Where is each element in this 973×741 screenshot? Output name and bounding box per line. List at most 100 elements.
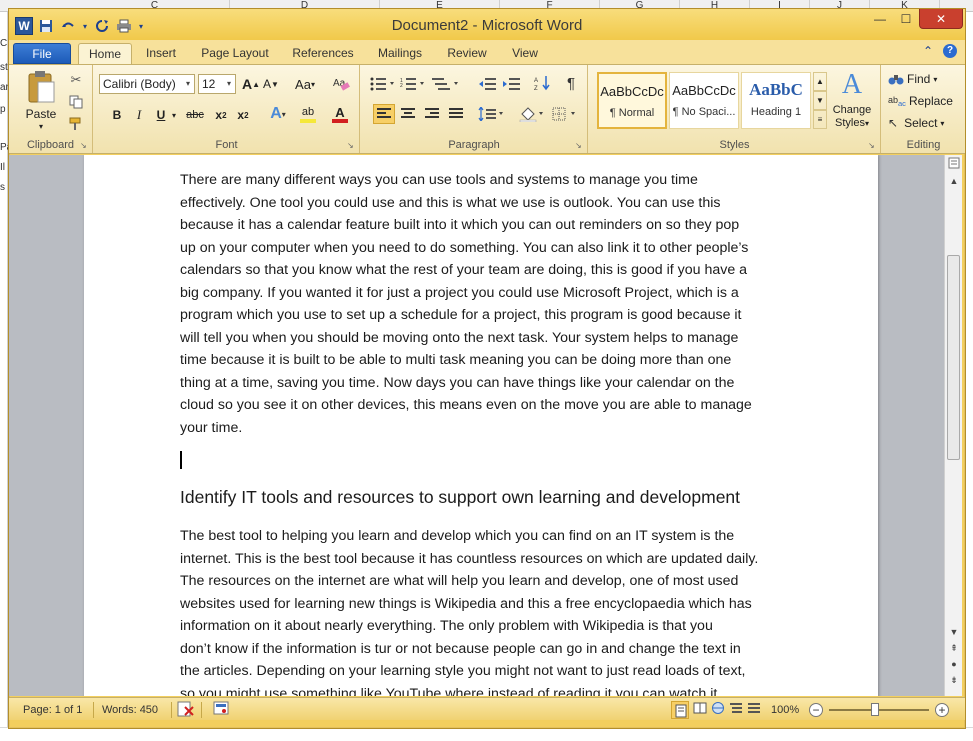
grow-font-button[interactable]: A ▲: [242, 74, 260, 94]
paste-icon[interactable]: [21, 69, 61, 105]
document-heading[interactable]: Identify IT tools and resources to suppo…: [180, 487, 740, 508]
zoom-in-button[interactable]: +: [935, 703, 949, 717]
tab-home[interactable]: Home: [78, 43, 132, 64]
shading-icon[interactable]: [517, 104, 545, 124]
word-count[interactable]: Words: 450: [102, 701, 158, 719]
text-line[interactable]: effectively. One tool you could use and …: [180, 192, 788, 215]
numbering-icon[interactable]: 12: [399, 74, 427, 94]
multilevel-list-icon[interactable]: [431, 74, 461, 94]
italic-button[interactable]: I: [130, 105, 148, 125]
minimize-ribbon-icon[interactable]: ⌃: [923, 44, 933, 58]
increase-indent-icon[interactable]: [501, 74, 523, 94]
zoom-out-button[interactable]: −: [809, 703, 823, 717]
tab-file[interactable]: File: [13, 43, 71, 64]
full-screen-reading-icon[interactable]: [693, 701, 707, 719]
strikethrough-button[interactable]: abc: [182, 105, 208, 125]
align-left-icon[interactable]: [373, 104, 395, 124]
tab-review[interactable]: Review: [441, 43, 493, 64]
chevron-down-icon[interactable]: ▾: [182, 75, 194, 93]
draft-view-icon[interactable]: [747, 701, 761, 719]
document-page[interactable]: There are many different ways you can us…: [84, 155, 878, 696]
subscript-button[interactable]: x2: [212, 105, 230, 125]
tab-references[interactable]: References: [283, 43, 363, 64]
clipboard-launcher-icon[interactable]: ↘: [80, 142, 88, 150]
clear-formatting-icon[interactable]: Aa: [330, 72, 352, 94]
next-page-icon[interactable]: ⇟: [946, 672, 962, 688]
ruler-toggle-icon[interactable]: [946, 157, 962, 173]
text-line[interactable]: thing at a time, saving you time. Now da…: [180, 372, 788, 395]
styles-scroll-up-icon[interactable]: ▲: [813, 72, 827, 91]
styles-more-icon[interactable]: ≡: [813, 110, 827, 129]
text-line[interactable]: because it has a calendar feature built …: [180, 214, 788, 237]
vertical-scroll-thumb[interactable]: [947, 255, 960, 460]
style-heading-1[interactable]: AaBbC Heading 1: [741, 72, 811, 129]
cut-icon[interactable]: ✂: [67, 71, 85, 89]
underline-dropdown-icon[interactable]: ▾: [170, 105, 178, 125]
align-right-icon[interactable]: [421, 104, 443, 124]
text-line[interactable]: your time.: [180, 417, 788, 440]
text-line[interactable]: websites used for learning new things is…: [180, 593, 788, 616]
maximize-button[interactable]: ☐: [893, 9, 919, 29]
decrease-indent-icon[interactable]: [477, 74, 499, 94]
style-no-spacing[interactable]: AaBbCcDc ¶ No Spaci...: [669, 72, 739, 129]
text-line[interactable]: will tell you when you should be moving …: [180, 327, 788, 350]
font-size-combo[interactable]: 12 ▾: [198, 74, 236, 94]
text-line[interactable]: time because it is built to be able to m…: [180, 349, 788, 372]
shrink-font-button[interactable]: A ▼: [262, 74, 280, 94]
change-case-button[interactable]: Aa ▾: [290, 74, 320, 94]
text-effects-button[interactable]: A ▾: [266, 104, 290, 124]
change-styles-label-1[interactable]: Change: [829, 103, 875, 117]
copy-icon[interactable]: [67, 93, 85, 111]
page-count[interactable]: Page: 1 of 1: [23, 701, 82, 719]
paste-button[interactable]: Paste: [21, 107, 61, 121]
scroll-up-icon[interactable]: ▲: [946, 173, 962, 189]
justify-icon[interactable]: [445, 104, 467, 124]
text-line[interactable]: cloud so you see it on other devices, th…: [180, 394, 788, 417]
highlight-button[interactable]: ab: [294, 104, 322, 124]
text-line[interactable]: program which you use to set up a schedu…: [180, 304, 788, 327]
superscript-button[interactable]: x2: [234, 105, 252, 125]
change-styles-label-2[interactable]: Styles ▾: [829, 116, 875, 130]
web-layout-icon[interactable]: [711, 701, 725, 719]
text-line[interactable]: calendars so that you know what the rest…: [180, 259, 788, 282]
text-line[interactable]: the articles. Depending on your learning…: [180, 660, 788, 683]
paragraph-launcher-icon[interactable]: ↘: [575, 142, 583, 150]
zoom-slider-thumb[interactable]: [871, 703, 879, 716]
format-painter-icon[interactable]: [67, 115, 85, 133]
sort-icon[interactable]: AZ: [533, 73, 553, 93]
line-spacing-icon[interactable]: [477, 104, 505, 124]
styles-launcher-icon[interactable]: ↘: [868, 142, 876, 150]
font-launcher-icon[interactable]: ↘: [347, 142, 355, 150]
underline-button[interactable]: U: [152, 105, 170, 125]
body-paragraph-2[interactable]: The best tool to helping you learn and d…: [180, 525, 788, 696]
proofing-errors-icon[interactable]: [177, 701, 195, 719]
scroll-down-icon[interactable]: ▼: [946, 624, 962, 640]
font-color-button[interactable]: A: [326, 104, 354, 124]
find-button[interactable]: Find ▾: [888, 69, 958, 89]
print-layout-view-icon[interactable]: [671, 701, 689, 719]
tab-page-layout[interactable]: Page Layout: [194, 43, 276, 64]
align-center-icon[interactable]: [397, 104, 419, 124]
text-line[interactable]: don’t know if the information is tur or …: [180, 638, 788, 661]
text-line[interactable]: The resources on the internet are what w…: [180, 570, 788, 593]
show-formatting-marks-icon[interactable]: ¶: [561, 73, 581, 93]
body-paragraph-1[interactable]: There are many different ways you can us…: [180, 169, 788, 439]
change-styles-icon[interactable]: A: [837, 69, 867, 101]
style-normal[interactable]: AaBbCcDc ¶ Normal: [597, 72, 667, 129]
zoom-level[interactable]: 100%: [771, 701, 799, 719]
text-line[interactable]: There are many different ways you can us…: [180, 169, 788, 192]
previous-page-icon[interactable]: ⇞: [946, 640, 962, 656]
vertical-scrollbar[interactable]: ▲ ▼ ⇞ ● ⇟: [944, 155, 962, 696]
macro-recording-icon[interactable]: [213, 701, 229, 719]
title-bar[interactable]: W ▾ ▾ Document2 - Microsoft Word — ☐ ✕: [9, 9, 965, 40]
tab-view[interactable]: View: [503, 43, 547, 64]
bold-button[interactable]: B: [108, 105, 126, 125]
text-line[interactable]: up on your computer when you need to do …: [180, 237, 788, 260]
tab-insert[interactable]: Insert: [135, 43, 187, 64]
font-name-combo[interactable]: Calibri (Body) ▾: [99, 74, 195, 94]
paste-dropdown-icon[interactable]: ▾: [21, 121, 61, 131]
bullets-icon[interactable]: [369, 74, 397, 94]
text-line[interactable]: The best tool to helping you learn and d…: [180, 525, 788, 548]
zoom-slider-track[interactable]: [829, 709, 929, 711]
styles-scroll-down-icon[interactable]: ▼: [813, 91, 827, 110]
